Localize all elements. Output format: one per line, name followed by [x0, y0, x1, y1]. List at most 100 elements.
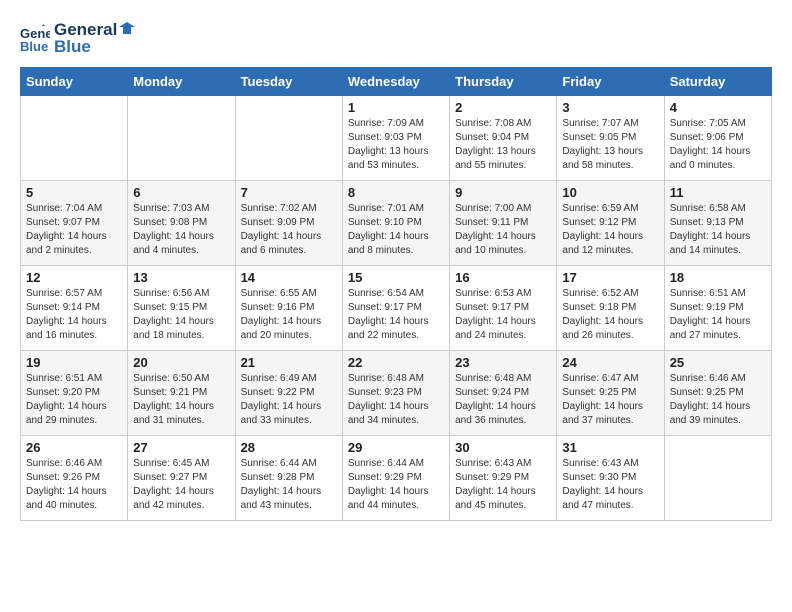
calendar-cell: 15 Sunrise: 6:54 AM Sunset: 9:17 PM Dayli…	[342, 266, 449, 351]
day-info: Sunrise: 6:45 AM Sunset: 9:27 PM Dayligh…	[133, 457, 229, 513]
calendar-day-header: Saturday	[664, 68, 771, 96]
calendar-day-header: Tuesday	[235, 68, 342, 96]
day-info: Sunrise: 6:43 AM Sunset: 9:30 PM Dayligh…	[562, 457, 658, 513]
day-number: 30	[455, 440, 551, 455]
day-info: Sunrise: 7:03 AM Sunset: 9:08 PM Dayligh…	[133, 202, 229, 258]
calendar-day-header: Monday	[128, 68, 235, 96]
calendar-cell: 11 Sunrise: 6:58 AM Sunset: 9:13 PM Dayli…	[664, 181, 771, 266]
day-number: 22	[348, 355, 444, 370]
calendar-cell: 16 Sunrise: 6:53 AM Sunset: 9:17 PM Dayli…	[450, 266, 557, 351]
calendar-cell: 17Sunrise: 6:52 AM Sunset: 9:18 PM Dayli…	[557, 266, 664, 351]
calendar-cell: 2 Sunrise: 7:08 AM Sunset: 9:04 PM Daylig…	[450, 96, 557, 181]
calendar-day-header: Thursday	[450, 68, 557, 96]
day-number: 14	[241, 270, 337, 285]
day-info: Sunrise: 7:08 AM Sunset: 9:04 PM Dayligh…	[455, 117, 551, 173]
day-number: 28	[241, 440, 337, 455]
day-number: 27	[133, 440, 229, 455]
calendar-cell: 13 Sunrise: 6:56 AM Sunset: 9:15 PM Dayli…	[128, 266, 235, 351]
calendar-cell: 19 Sunrise: 6:51 AM Sunset: 9:20 PM Dayli…	[21, 351, 128, 436]
logo: General Blue General Blue	[20, 20, 135, 57]
day-info: Sunrise: 7:04 AM Sunset: 9:07 PM Dayligh…	[26, 202, 122, 258]
calendar-cell: 28 Sunrise: 6:44 AM Sunset: 9:28 PM Dayli…	[235, 436, 342, 521]
calendar-cell: 12 Sunrise: 6:57 AM Sunset: 9:14 PM Dayli…	[21, 266, 128, 351]
calendar-cell: 18 Sunrise: 6:51 AM Sunset: 9:19 PM Dayli…	[664, 266, 771, 351]
day-info: Sunrise: 6:55 AM Sunset: 9:16 PM Dayligh…	[241, 287, 337, 343]
calendar-cell: 10 Sunrise: 6:59 AM Sunset: 9:12 PM Dayli…	[557, 181, 664, 266]
day-number: 5	[26, 185, 122, 200]
day-info: Sunrise: 7:07 AM Sunset: 9:05 PM Dayligh…	[562, 117, 658, 173]
day-info: Sunrise: 6:51 AM Sunset: 9:20 PM Dayligh…	[26, 372, 122, 428]
calendar-cell: 1Sunrise: 7:09 AM Sunset: 9:03 PM Daylig…	[342, 96, 449, 181]
calendar-week-row: 1Sunrise: 7:09 AM Sunset: 9:03 PM Daylig…	[21, 96, 772, 181]
page-header: General Blue General Blue	[20, 20, 772, 57]
day-number: 31	[562, 440, 658, 455]
calendar-table: SundayMondayTuesdayWednesdayThursdayFrid…	[20, 67, 772, 521]
day-number: 16	[455, 270, 551, 285]
day-info: Sunrise: 6:58 AM Sunset: 9:13 PM Dayligh…	[670, 202, 766, 258]
day-info: Sunrise: 6:49 AM Sunset: 9:22 PM Dayligh…	[241, 372, 337, 428]
logo-icon: General Blue	[20, 24, 50, 54]
calendar-header-row: SundayMondayTuesdayWednesdayThursdayFrid…	[21, 68, 772, 96]
calendar-cell: 27 Sunrise: 6:45 AM Sunset: 9:27 PM Dayli…	[128, 436, 235, 521]
day-info: Sunrise: 6:52 AM Sunset: 9:18 PM Dayligh…	[562, 287, 658, 343]
day-number: 8	[348, 185, 444, 200]
day-number: 2	[455, 100, 551, 115]
day-info: Sunrise: 6:54 AM Sunset: 9:17 PM Dayligh…	[348, 287, 444, 343]
day-info: Sunrise: 6:43 AM Sunset: 9:29 PM Dayligh…	[455, 457, 551, 513]
calendar-cell	[128, 96, 235, 181]
svg-text:Blue: Blue	[20, 39, 48, 54]
calendar-day-header: Sunday	[21, 68, 128, 96]
day-number: 3	[562, 100, 658, 115]
calendar-cell: 24 Sunrise: 6:47 AM Sunset: 9:25 PM Dayli…	[557, 351, 664, 436]
calendar-cell: 30 Sunrise: 6:43 AM Sunset: 9:29 PM Dayli…	[450, 436, 557, 521]
day-info: Sunrise: 7:01 AM Sunset: 9:10 PM Dayligh…	[348, 202, 444, 258]
calendar-cell: 31 Sunrise: 6:43 AM Sunset: 9:30 PM Dayli…	[557, 436, 664, 521]
day-number: 4	[670, 100, 766, 115]
calendar-week-row: 19 Sunrise: 6:51 AM Sunset: 9:20 PM Dayli…	[21, 351, 772, 436]
day-number: 19	[26, 355, 122, 370]
calendar-cell	[235, 96, 342, 181]
day-number: 13	[133, 270, 229, 285]
day-number: 11	[670, 185, 766, 200]
day-number: 20	[133, 355, 229, 370]
calendar-cell: 21 Sunrise: 6:49 AM Sunset: 9:22 PM Dayli…	[235, 351, 342, 436]
day-number: 9	[455, 185, 551, 200]
day-info: Sunrise: 7:05 AM Sunset: 9:06 PM Dayligh…	[670, 117, 766, 173]
day-info: Sunrise: 6:57 AM Sunset: 9:14 PM Dayligh…	[26, 287, 122, 343]
day-info: Sunrise: 6:56 AM Sunset: 9:15 PM Dayligh…	[133, 287, 229, 343]
day-number: 6	[133, 185, 229, 200]
logo-arrow-icon	[119, 22, 135, 38]
day-info: Sunrise: 6:47 AM Sunset: 9:25 PM Dayligh…	[562, 372, 658, 428]
day-number: 10	[562, 185, 658, 200]
day-number: 26	[26, 440, 122, 455]
logo-blue-text: Blue	[54, 37, 135, 57]
calendar-cell: 22Sunrise: 6:48 AM Sunset: 9:23 PM Dayli…	[342, 351, 449, 436]
day-number: 7	[241, 185, 337, 200]
day-info: Sunrise: 6:53 AM Sunset: 9:17 PM Dayligh…	[455, 287, 551, 343]
day-number: 15	[348, 270, 444, 285]
calendar-day-header: Friday	[557, 68, 664, 96]
calendar-cell: 26Sunrise: 6:46 AM Sunset: 9:26 PM Dayli…	[21, 436, 128, 521]
calendar-cell: 25 Sunrise: 6:46 AM Sunset: 9:25 PM Dayli…	[664, 351, 771, 436]
calendar-cell	[21, 96, 128, 181]
calendar-week-row: 12 Sunrise: 6:57 AM Sunset: 9:14 PM Dayli…	[21, 266, 772, 351]
day-number: 12	[26, 270, 122, 285]
day-number: 23	[455, 355, 551, 370]
calendar-cell: 3 Sunrise: 7:07 AM Sunset: 9:05 PM Daylig…	[557, 96, 664, 181]
day-info: Sunrise: 6:51 AM Sunset: 9:19 PM Dayligh…	[670, 287, 766, 343]
calendar-cell: 23 Sunrise: 6:48 AM Sunset: 9:24 PM Dayli…	[450, 351, 557, 436]
calendar-cell: 7 Sunrise: 7:02 AM Sunset: 9:09 PM Daylig…	[235, 181, 342, 266]
day-number: 24	[562, 355, 658, 370]
calendar-cell	[664, 436, 771, 521]
day-info: Sunrise: 6:59 AM Sunset: 9:12 PM Dayligh…	[562, 202, 658, 258]
day-info: Sunrise: 6:44 AM Sunset: 9:28 PM Dayligh…	[241, 457, 337, 513]
day-number: 21	[241, 355, 337, 370]
day-info: Sunrise: 6:48 AM Sunset: 9:24 PM Dayligh…	[455, 372, 551, 428]
day-info: Sunrise: 6:46 AM Sunset: 9:25 PM Dayligh…	[670, 372, 766, 428]
calendar-day-header: Wednesday	[342, 68, 449, 96]
day-number: 18	[670, 270, 766, 285]
day-number: 25	[670, 355, 766, 370]
day-info: Sunrise: 6:50 AM Sunset: 9:21 PM Dayligh…	[133, 372, 229, 428]
day-number: 1	[348, 100, 444, 115]
day-info: Sunrise: 7:02 AM Sunset: 9:09 PM Dayligh…	[241, 202, 337, 258]
